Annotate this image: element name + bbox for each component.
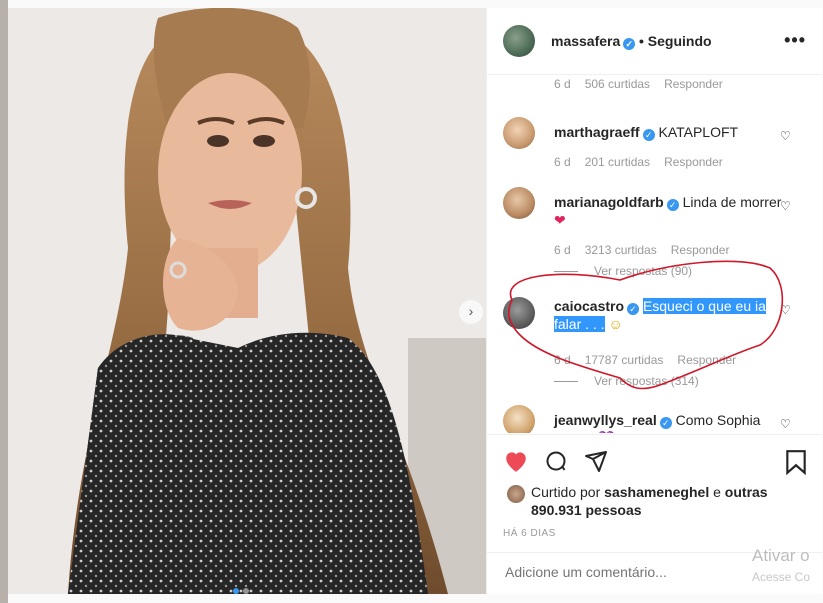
comment-like-icon[interactable]: ♡ bbox=[780, 303, 791, 317]
purple-heart-emoji-icon: 💜 bbox=[598, 430, 615, 433]
view-replies-text[interactable]: Ver respostas (90) bbox=[594, 264, 692, 278]
activation-watermark-subtext: Acesse Co bbox=[752, 570, 811, 584]
comment-body: marianagoldfarb ✓ Linda de morrer ❤ bbox=[554, 193, 784, 229]
verified-badge-icon: ✓ bbox=[627, 303, 640, 315]
reply-button[interactable]: Responder bbox=[664, 155, 723, 169]
author-username-text[interactable]: massafera bbox=[551, 33, 620, 49]
carousel-indicator bbox=[233, 588, 249, 594]
comment-avatar[interactable] bbox=[503, 187, 535, 219]
reply-button[interactable]: Responder bbox=[677, 353, 736, 367]
instagram-post-window: › massafera ✓ • Seguindo ••• 6 d 506 curti… bbox=[0, 0, 823, 603]
post-side-panel: massafera ✓ • Seguindo ••• 6 d 506 curtida… bbox=[486, 8, 822, 594]
comment-like-icon[interactable]: ♡ bbox=[780, 417, 791, 431]
view-replies-link[interactable]: Ver respostas (90) bbox=[554, 264, 692, 278]
comment-body: marthagraeff ✓ KATAPLOFT bbox=[554, 123, 784, 141]
carousel-dot bbox=[243, 588, 249, 594]
carousel-dot bbox=[233, 588, 239, 594]
comment-avatar[interactable] bbox=[503, 297, 535, 329]
comment-meta: 6 d 506 curtidas Responder bbox=[554, 77, 737, 91]
liked-by-summary: Curtido por sashameneghel e outras 890.9… bbox=[531, 483, 801, 519]
liked-by-user[interactable]: sashameneghel bbox=[604, 484, 709, 500]
comment-likes[interactable]: 17787 curtidas bbox=[585, 353, 664, 367]
comment-username[interactable]: marianagoldfarb bbox=[554, 194, 664, 210]
liked-by-conjunction: e bbox=[713, 484, 721, 500]
comment-body: caiocastro ✓ Esqueci o que eu ia falar . … bbox=[554, 297, 784, 333]
portrait-image bbox=[8, 8, 486, 594]
liked-by-prefix: Curtido por bbox=[531, 484, 601, 500]
liker-avatar[interactable] bbox=[507, 485, 525, 503]
verified-badge-icon: ✓ bbox=[642, 129, 655, 141]
comment-meta: 6 d 201 curtidas Responder bbox=[554, 155, 737, 169]
comment-icon[interactable] bbox=[543, 449, 569, 473]
comment-likes[interactable]: 201 curtidas bbox=[585, 155, 650, 169]
heart-emoji-icon: ❤ bbox=[554, 212, 566, 228]
comment-username[interactable]: jeanwyllys_real bbox=[554, 412, 657, 428]
comment-avatar[interactable] bbox=[503, 117, 535, 149]
comment-avatar[interactable] bbox=[503, 405, 535, 433]
comment-list: 6 d 506 curtidas Responder marthagraeff ✓ K… bbox=[487, 75, 822, 433]
verified-badge-icon: ✓ bbox=[659, 417, 672, 429]
verified-badge-icon: ✓ bbox=[623, 38, 636, 50]
follow-status[interactable]: • Seguindo bbox=[639, 33, 712, 49]
like-heart-icon[interactable] bbox=[503, 449, 529, 473]
more-options-icon[interactable]: ••• bbox=[784, 30, 806, 51]
next-photo-button[interactable]: › bbox=[459, 300, 483, 324]
comment-meta: 6 d 17787 curtidas Responder bbox=[554, 353, 750, 367]
activation-watermark: Ativar o bbox=[752, 546, 810, 565]
verified-badge-icon: ✓ bbox=[666, 199, 679, 211]
reply-button[interactable]: Responder bbox=[671, 243, 730, 257]
author-username[interactable]: massafera ✓ bbox=[551, 33, 636, 50]
smile-emoji-icon: ☺ bbox=[608, 316, 623, 332]
comment-likes[interactable]: 3213 curtidas bbox=[585, 243, 657, 257]
comment-age: 6 d bbox=[554, 243, 571, 257]
bookmark-icon[interactable] bbox=[785, 449, 807, 475]
post-header: massafera ✓ • Seguindo ••• bbox=[487, 8, 822, 75]
share-icon[interactable] bbox=[583, 449, 609, 473]
comment-text: KATAPLOFT bbox=[658, 124, 739, 140]
comment-like-icon[interactable]: ♡ bbox=[780, 129, 791, 143]
post-photo: › bbox=[8, 8, 486, 594]
comment-like-icon[interactable]: ♡ bbox=[780, 199, 791, 213]
comment-username[interactable]: caiocastro bbox=[554, 298, 624, 314]
comment-username[interactable]: marthagraeff bbox=[554, 124, 640, 140]
comment-input[interactable] bbox=[503, 563, 767, 581]
comment-body: jeanwyllys_real✓ Como Sophia Loren! 💜 bbox=[554, 411, 784, 433]
view-replies-link[interactable]: Ver respostas (314) bbox=[554, 374, 699, 388]
reply-button[interactable]: Responder bbox=[664, 77, 723, 91]
replies-divider bbox=[554, 271, 578, 273]
view-replies-text[interactable]: Ver respostas (314) bbox=[594, 374, 699, 388]
comment-text: Linda de morrer bbox=[682, 194, 782, 210]
author-avatar[interactable] bbox=[503, 25, 535, 57]
comment-age: 6 d bbox=[554, 155, 571, 169]
replies-divider bbox=[554, 381, 578, 383]
background-strip bbox=[0, 0, 8, 603]
post-timestamp[interactable]: HÁ 6 DIAS bbox=[503, 528, 556, 539]
comment-meta: 6 d 3213 curtidas Responder bbox=[554, 243, 743, 257]
comment-age: 6 d bbox=[554, 77, 571, 91]
comment-likes[interactable]: 506 curtidas bbox=[585, 77, 650, 91]
comment-age: 6 d bbox=[554, 353, 571, 367]
